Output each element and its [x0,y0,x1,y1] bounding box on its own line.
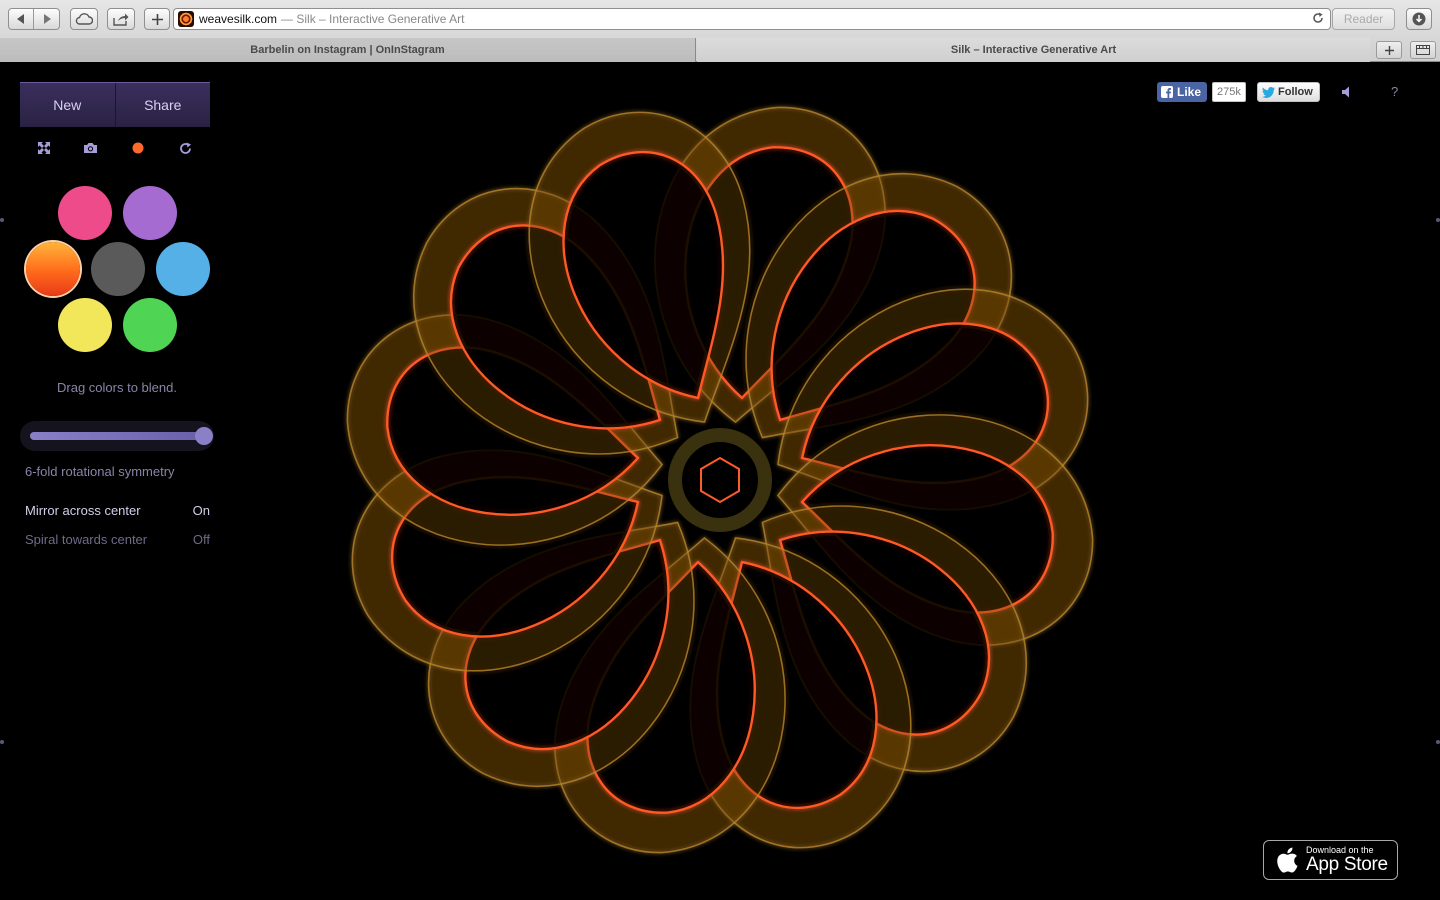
new-tab-button[interactable] [1376,41,1402,59]
like-label: Like [1177,85,1202,99]
app-store-text: Download on the App Store [1306,846,1388,875]
apple-icon [1277,847,1298,873]
mirror-option-label: Mirror across center [25,503,141,518]
symmetry-label: 6-fold rotational symmetry [25,464,175,479]
reload-icon[interactable] [1312,12,1324,27]
download-icon [1412,12,1426,26]
nav-buttons [8,8,60,30]
tab-instagram[interactable]: Barbelin on Instagram | OnInStagram [0,38,696,62]
edge-marker [1436,740,1440,744]
help-button[interactable]: ? [1391,84,1398,99]
fullscreen-icon [38,142,50,154]
icloud-button[interactable] [70,8,98,30]
app-store-big-text: App Store [1306,854,1388,875]
url-page-title: — Silk – Interactive Generative Art [281,12,465,26]
cloud-icon [75,13,93,25]
edge-marker [1436,218,1440,222]
color-swatch-orange[interactable] [26,242,80,296]
undo-button[interactable] [175,138,195,158]
color-swatch-yellow[interactable] [58,298,112,352]
blend-hint: Drag colors to blend. [57,380,177,395]
spiral-option-label: Spiral towards center [25,532,148,547]
reader-button[interactable]: Reader [1332,8,1395,30]
twitter-follow-button[interactable]: Follow [1257,82,1320,102]
browser-toolbar: weavesilk.com — Silk – Interactive Gener… [0,0,1440,38]
twitter-bird-icon [1262,86,1275,98]
new-share-buttons: New Share [20,82,210,127]
tab-overview-button[interactable] [1410,41,1436,59]
color-swatch-gray[interactable] [91,242,145,296]
mirror-option[interactable]: Mirror across center On [25,503,210,518]
silk-page: New Share Drag colors to blend. 6-fold r… [0,62,1440,900]
color-swatch-purple[interactable] [123,186,177,240]
refresh-icon [179,142,191,154]
url-domain: weavesilk.com [199,12,278,26]
spiral-option[interactable]: Spiral towards center Off [25,532,210,547]
share-button[interactable]: Share [114,83,210,127]
like-count: 275k [1212,82,1246,102]
new-button[interactable]: New [20,83,115,127]
back-arrow-icon [17,14,24,24]
spiral-option-state[interactable]: Off [193,532,210,547]
symmetry-slider[interactable] [20,421,214,451]
edge-marker [0,740,4,744]
facebook-icon [1161,86,1173,98]
artwork-center [668,428,772,532]
share-page-button[interactable] [107,8,135,30]
tab-bar: Barbelin on Instagram | OnInStagram Silk… [0,38,1440,62]
forward-arrow-icon [43,14,51,24]
symmetry-slider-knob[interactable] [195,427,213,445]
address-bar[interactable]: weavesilk.com — Silk – Interactive Gener… [173,8,1331,30]
tab-silk[interactable]: Silk – Interactive Generative Art [697,38,1370,62]
color-swatch-blue[interactable] [156,242,210,296]
site-favicon-icon [178,11,194,27]
downloads-button[interactable] [1406,8,1432,30]
edge-marker [0,218,4,222]
tabs-grid-icon [1416,45,1430,55]
speaker-icon [1342,86,1349,98]
mirror-option-state[interactable]: On [193,503,210,518]
plus-icon [1384,45,1394,55]
silk-artwork[interactable] [330,94,1110,866]
forward-button[interactable] [34,9,59,29]
color-dot-icon [132,142,144,154]
snapshot-button[interactable] [80,138,100,158]
current-color-button[interactable] [128,138,148,158]
app-store-badge[interactable]: Download on the App Store [1263,840,1398,880]
color-swatch-green[interactable] [123,298,177,352]
camera-icon [83,143,97,153]
add-tab-button[interactable] [144,8,170,30]
facebook-like-button[interactable]: Like [1157,82,1208,102]
plus-icon [151,13,163,25]
follow-label: Follow [1278,86,1313,98]
share-arrow-icon [113,13,129,26]
back-button[interactable] [9,9,35,29]
symmetry-slider-fill [30,432,204,440]
fullscreen-button[interactable] [34,138,54,158]
browser-chrome: weavesilk.com — Silk – Interactive Gener… [0,0,1440,62]
tool-row [20,138,210,158]
sound-toggle[interactable] [1342,85,1352,103]
tab-bar-buttons [1376,38,1436,62]
color-swatch-pink[interactable] [58,186,112,240]
